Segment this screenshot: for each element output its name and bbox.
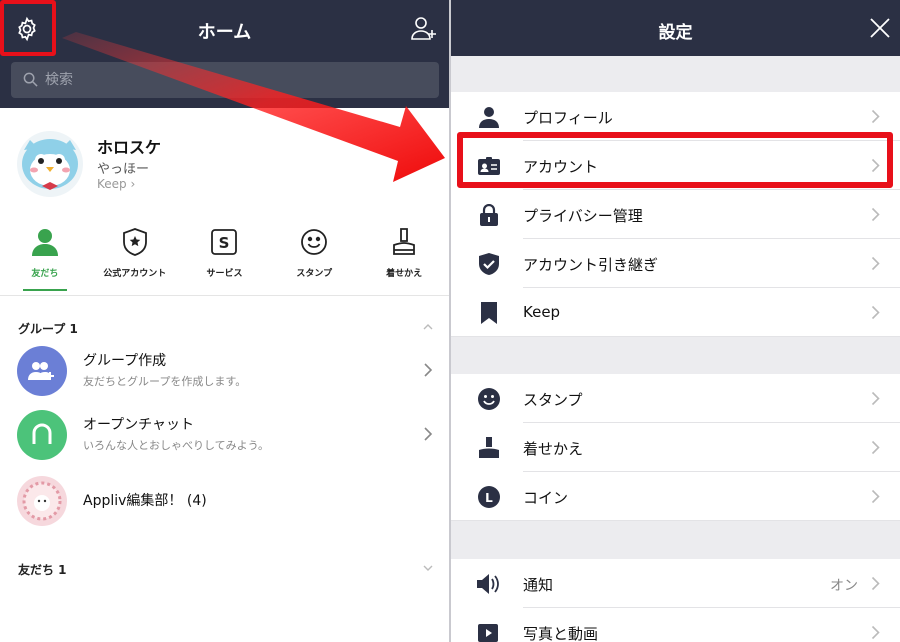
section-gap <box>451 521 900 559</box>
friends-section-header: 友だち 1 <box>18 563 67 577</box>
home-tabs: 友だち 公式アカウント S サービス スタンプ 着せかえ <box>0 226 449 296</box>
close-icon[interactable] <box>868 16 892 40</box>
settings-item-themes[interactable]: 着せかえ <box>451 423 900 472</box>
brush-icon <box>388 226 420 258</box>
tab-label: 公式アカウント <box>103 269 167 279</box>
profile-avatar[interactable] <box>16 130 84 198</box>
settings-item-stickers[interactable]: スタンプ <box>451 374 900 423</box>
tab-official-accounts[interactable]: 公式アカウント <box>90 226 180 295</box>
group-create-icon <box>17 346 67 396</box>
home-title: ホーム <box>197 22 252 43</box>
group-name: オープンチャット <box>83 417 195 433</box>
group-avatar <box>17 476 67 526</box>
group-sub: 友だちとグループを作成します。 <box>83 375 247 388</box>
tab-label: スタンプ <box>296 269 333 279</box>
settings-item-label: 通知 <box>523 576 554 594</box>
profile-keep-link[interactable]: Keep › <box>97 177 135 191</box>
settings-item-label: 写真と動画 <box>523 625 599 642</box>
chevron-right-icon <box>871 625 880 640</box>
list-item-open-chat[interactable]: オープンチャット いろんな人とおしゃべりしてみよう。 <box>0 404 449 466</box>
settings-item-notifications[interactable]: 通知 オン <box>451 559 900 608</box>
settings-item-label: Keep <box>523 303 561 321</box>
search-input[interactable] <box>45 62 425 98</box>
settings-item-label: 着せかえ <box>523 440 584 458</box>
tab-label: 友だち <box>31 269 59 279</box>
tab-stickers[interactable]: スタンプ <box>269 226 359 295</box>
settings-item-label: コイン <box>523 489 569 507</box>
chevron-up-icon[interactable] <box>423 322 433 332</box>
settings-item-label: プライバシー管理 <box>523 207 643 225</box>
group-name: Appliv編集部！ (4) <box>83 493 207 509</box>
svg-text:S: S <box>219 234 230 252</box>
group-sub: いろんな人とおしゃべりしてみよう。 <box>83 439 270 452</box>
chevron-right-icon <box>871 305 880 320</box>
keep-label: Keep <box>97 177 127 191</box>
tab-services[interactable]: S サービス <box>180 226 270 295</box>
tab-friends[interactable]: 友だち <box>0 226 90 295</box>
chevron-right-icon <box>424 427 433 441</box>
chevron-right-icon <box>871 109 880 124</box>
list-item-group[interactable]: Appliv編集部！ (4) <box>0 470 449 532</box>
svg-text:L: L <box>485 491 493 505</box>
settings-item-label: アカウント引き継ぎ <box>523 256 659 274</box>
brush-icon <box>477 436 501 460</box>
chevron-right-icon <box>871 256 880 271</box>
chevron-right-icon: › <box>130 177 136 191</box>
settings-item-photos-videos[interactable]: 写真と動画 <box>451 608 900 642</box>
settings-item-keep[interactable]: Keep <box>451 288 900 337</box>
photo-video-icon <box>477 621 501 642</box>
person-icon <box>477 105 501 129</box>
service-s-icon: S <box>208 226 240 258</box>
lock-icon <box>477 203 501 227</box>
tab-themes[interactable]: 着せかえ <box>359 226 449 295</box>
settings-header: 設定 <box>451 0 900 56</box>
groups-section-header: グループ 1 <box>18 322 78 336</box>
speaker-icon <box>477 572 501 596</box>
settings-item-coins[interactable]: L コイン <box>451 472 900 521</box>
settings-title: 設定 <box>658 23 693 43</box>
home-panel: ホーム 検索 ホロスケ やっほー Keep › 友だち 公式アカウント S サー… <box>0 0 449 642</box>
settings-item-label: プロフィール <box>523 109 613 127</box>
official-badge-icon <box>119 226 151 258</box>
account-highlight-box <box>457 132 893 188</box>
chevron-right-icon <box>424 363 433 377</box>
person-icon <box>29 226 61 258</box>
settings-item-label: スタンプ <box>523 391 583 409</box>
my-profile[interactable]: ホロスケ やっほー Keep › <box>0 118 449 208</box>
notification-status-value: オン <box>830 578 858 594</box>
chevron-down-icon[interactable] <box>423 563 433 573</box>
settings-panel: 設定 プロフィール アカウント プライバシー管理 アカウント引き継ぎ Keep … <box>451 0 900 642</box>
profile-status: やっほー <box>97 162 150 177</box>
section-gap <box>451 56 900 92</box>
chevron-right-icon <box>871 440 880 455</box>
chevron-right-icon <box>871 489 880 504</box>
section-gap <box>451 337 900 374</box>
add-friend-icon[interactable] <box>409 14 439 44</box>
tab-label: サービス <box>206 269 243 279</box>
tab-label: 着せかえ <box>386 269 423 279</box>
smiley-icon <box>298 226 330 258</box>
chevron-right-icon <box>871 207 880 222</box>
chevron-right-icon <box>871 391 880 406</box>
settings-item-account-transfer[interactable]: アカウント引き継ぎ <box>451 239 900 288</box>
list-item-create-group[interactable]: グループ作成 友だちとグループを作成します。 <box>0 340 449 402</box>
settings-item-privacy[interactable]: プライバシー管理 <box>451 190 900 239</box>
bookmark-icon <box>477 301 501 325</box>
gear-highlight-box <box>0 0 56 56</box>
home-header: ホーム <box>0 0 449 108</box>
open-chat-icon <box>17 410 67 460</box>
coin-icon: L <box>477 485 501 509</box>
search-bar[interactable] <box>11 62 439 98</box>
smiley-icon <box>477 387 501 411</box>
shield-check-icon <box>477 252 501 276</box>
chevron-right-icon <box>871 576 880 591</box>
search-icon <box>23 72 38 87</box>
group-name: グループ作成 <box>83 353 167 369</box>
profile-name: ホロスケ <box>97 138 162 157</box>
